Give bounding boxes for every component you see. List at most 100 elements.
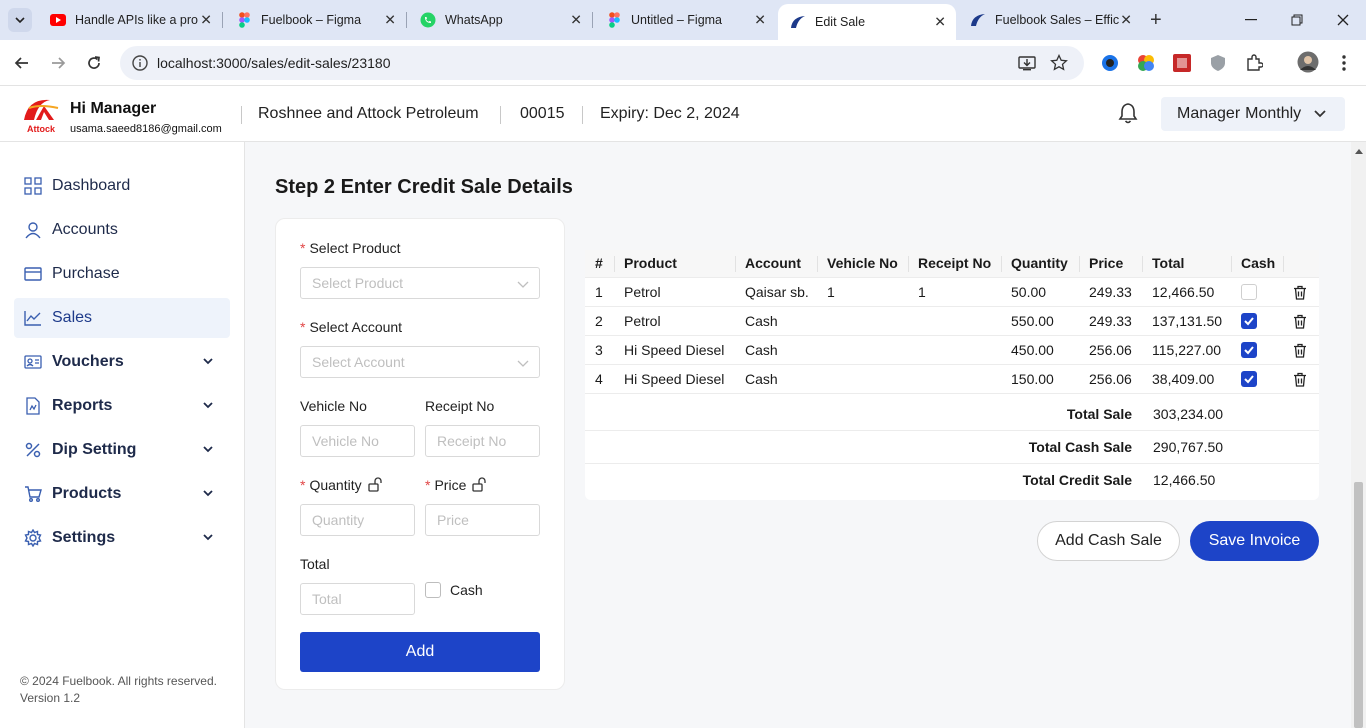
tab-title: Handle APIs like a pro bbox=[75, 13, 198, 27]
price-cell: 256.06 bbox=[1079, 364, 1142, 394]
close-icon[interactable]: ✕ bbox=[934, 14, 946, 31]
chevron-down-icon bbox=[203, 534, 213, 541]
plan-label: Monthly bbox=[1245, 105, 1302, 122]
plan-selector[interactable]: Manager Monthly bbox=[1161, 97, 1345, 131]
browser-tab[interactable]: Fuelbook – Figma ✕ bbox=[224, 6, 406, 34]
reload-button[interactable] bbox=[82, 51, 106, 75]
forward-button[interactable] bbox=[46, 51, 70, 75]
address-bar[interactable]: localhost:3000/sales/edit-sales/23180 bbox=[120, 46, 1084, 80]
extension-icon[interactable] bbox=[1100, 53, 1120, 73]
receipt-cell: 1 bbox=[908, 277, 1001, 307]
total-credit-sale-row: Total Credit Sale 12,466.50 bbox=[585, 464, 1319, 497]
station-name: Roshnee and Attock Petroleum bbox=[258, 105, 479, 122]
close-icon[interactable]: ✕ bbox=[754, 12, 766, 29]
sidebar-item-dashboard[interactable]: Dashboard bbox=[14, 166, 230, 206]
account-select[interactable]: Select Account bbox=[300, 346, 540, 378]
column-header: # bbox=[585, 250, 614, 278]
tab-title: Fuelbook Sales – Effic bbox=[995, 13, 1120, 27]
close-icon[interactable]: ✕ bbox=[384, 12, 396, 29]
sidebar-item-label: Purchase bbox=[52, 265, 120, 282]
sidebar-item-products[interactable]: Products bbox=[14, 474, 230, 514]
browser-toolbar: localhost:3000/sales/edit-sales/23180 bbox=[0, 40, 1366, 86]
receipt-input[interactable]: Receipt No bbox=[425, 425, 540, 457]
trash-icon[interactable] bbox=[1293, 285, 1307, 300]
quantity-cell: 450.00 bbox=[1001, 335, 1079, 365]
sidebar-item-purchase[interactable]: Purchase bbox=[14, 254, 230, 294]
sidebar-item-vouchers[interactable]: Vouchers bbox=[14, 342, 230, 382]
save-invoice-button[interactable]: Save Invoice bbox=[1190, 521, 1319, 561]
add-button[interactable]: Add bbox=[300, 632, 540, 672]
close-window-button[interactable] bbox=[1320, 0, 1366, 40]
close-icon[interactable]: ✕ bbox=[570, 12, 582, 29]
actions-cell bbox=[1283, 277, 1319, 307]
trash-icon[interactable] bbox=[1293, 314, 1307, 329]
cash-checkbox[interactable] bbox=[425, 582, 441, 598]
more-menu-icon[interactable] bbox=[1334, 53, 1354, 73]
cash-checkbox-checked[interactable] bbox=[1241, 313, 1257, 330]
cash-checkbox[interactable] bbox=[1241, 284, 1257, 301]
back-button[interactable] bbox=[10, 51, 34, 75]
vehicle-input[interactable]: Vehicle No bbox=[300, 425, 415, 457]
quantity-cell: 550.00 bbox=[1001, 306, 1079, 336]
scrollbar-thumb[interactable] bbox=[1354, 482, 1363, 728]
unlock-icon[interactable] bbox=[472, 477, 487, 492]
station-code: 00015 bbox=[520, 105, 565, 122]
browser-tab[interactable]: Handle APIs like a pro ✕ bbox=[38, 6, 222, 34]
info-icon[interactable] bbox=[132, 55, 148, 71]
browser-tab[interactable]: Fuelbook Sales – Effic ✕ bbox=[958, 6, 1142, 34]
account-cell: Cash bbox=[735, 335, 817, 365]
column-header: Quantity bbox=[1001, 250, 1079, 278]
price-input[interactable]: Price bbox=[425, 504, 540, 536]
quantity-input[interactable]: Quantity bbox=[300, 504, 415, 536]
sidebar: Dashboard Accounts Purchase Sales Vouche… bbox=[0, 142, 245, 728]
star-icon[interactable] bbox=[1050, 54, 1068, 72]
sidebar-item-label: Settings bbox=[52, 529, 116, 546]
cash-label: Cash bbox=[450, 582, 483, 598]
unlock-icon[interactable] bbox=[367, 477, 383, 492]
minimize-button[interactable] bbox=[1228, 0, 1274, 40]
chevron-down-icon bbox=[15, 17, 25, 24]
close-icon[interactable]: ✕ bbox=[200, 12, 212, 29]
sales-table: # Product Account Vehicle No Receipt No … bbox=[585, 250, 1319, 394]
cash-checkbox-checked[interactable] bbox=[1241, 371, 1257, 388]
tab-search-button[interactable] bbox=[8, 8, 32, 32]
browser-tab[interactable]: Untitled – Figma ✕ bbox=[594, 6, 776, 34]
extension-icon[interactable] bbox=[1172, 53, 1192, 73]
total-input[interactable]: Total bbox=[300, 583, 415, 615]
restore-button[interactable] bbox=[1274, 0, 1320, 40]
chevron-down-icon bbox=[517, 281, 529, 288]
sidebar-item-settings[interactable]: Settings bbox=[14, 518, 230, 558]
product-select[interactable]: Select Product bbox=[300, 267, 540, 299]
add-cash-sale-button[interactable]: Add Cash Sale bbox=[1037, 521, 1180, 561]
color-picker-extension-icon[interactable] bbox=[1136, 53, 1156, 73]
install-app-icon[interactable] bbox=[1018, 54, 1036, 72]
cash-checkbox-checked[interactable] bbox=[1241, 342, 1257, 359]
puzzle-icon[interactable] bbox=[1244, 53, 1264, 73]
close-icon[interactable]: ✕ bbox=[1120, 12, 1132, 29]
sidebar-item-sales[interactable]: Sales bbox=[14, 298, 230, 338]
shield-extension-icon[interactable] bbox=[1208, 53, 1228, 73]
user-icon bbox=[24, 221, 42, 239]
trash-icon[interactable] bbox=[1293, 372, 1307, 387]
product-cell: Petrol bbox=[614, 306, 735, 336]
sidebar-item-dip-setting[interactable]: Dip Setting bbox=[14, 430, 230, 470]
browser-tab-active[interactable]: Edit Sale ✕ bbox=[778, 4, 956, 40]
profile-avatar[interactable] bbox=[1296, 50, 1320, 74]
new-tab-button[interactable]: + bbox=[1150, 8, 1162, 32]
trash-icon[interactable] bbox=[1293, 343, 1307, 358]
scroll-up-icon[interactable] bbox=[1355, 148, 1363, 154]
sales-table-panel: # Product Account Vehicle No Receipt No … bbox=[585, 250, 1319, 500]
user-email: usama.saeed8186@gmail.com bbox=[70, 123, 222, 135]
total-cell: 115,227.00 bbox=[1142, 335, 1231, 365]
url-text[interactable]: localhost:3000/sales/edit-sales/23180 bbox=[157, 55, 391, 71]
sidebar-item-label: Reports bbox=[52, 397, 113, 414]
voucher-icon bbox=[24, 353, 42, 371]
bell-icon[interactable] bbox=[1117, 102, 1139, 124]
sidebar-item-label: Dashboard bbox=[52, 177, 131, 194]
column-header: Account bbox=[735, 250, 817, 278]
browser-tab[interactable]: WhatsApp ✕ bbox=[408, 6, 592, 34]
row-number: 3 bbox=[585, 335, 614, 365]
page-scrollbar[interactable] bbox=[1351, 142, 1366, 728]
sidebar-item-accounts[interactable]: Accounts bbox=[14, 210, 230, 250]
sidebar-item-reports[interactable]: Reports bbox=[14, 386, 230, 426]
